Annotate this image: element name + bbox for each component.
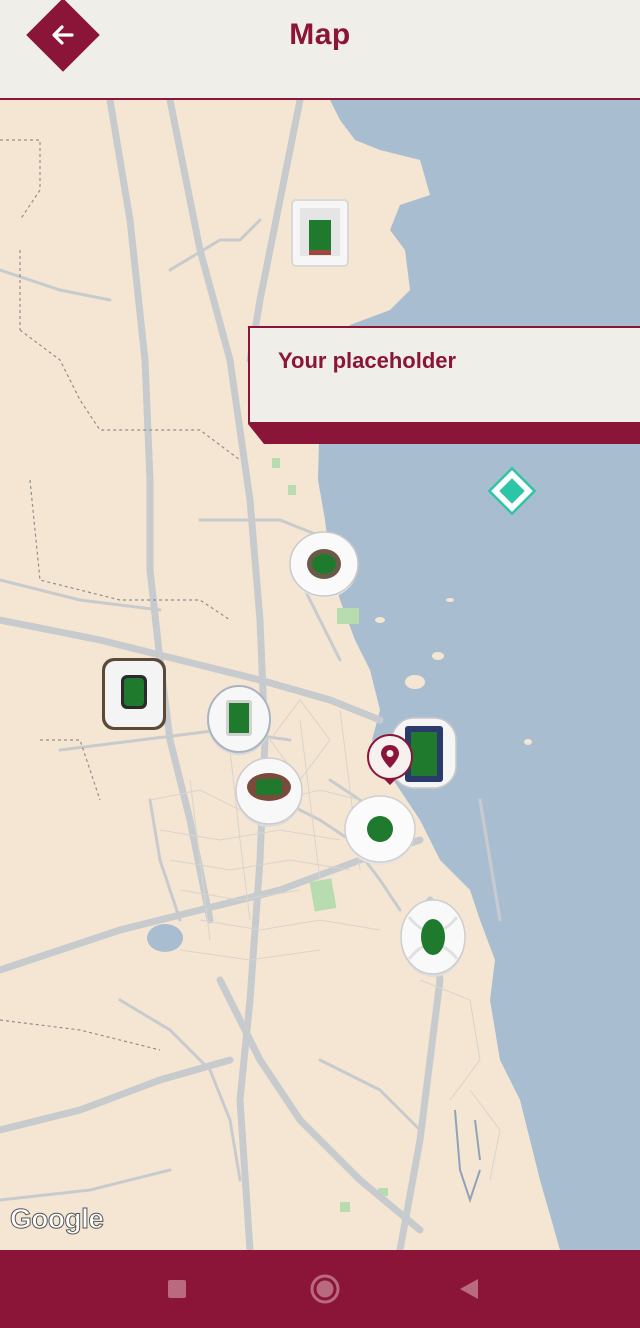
stadium-marker-khalifa[interactable] [234,755,304,829]
stadium-marker-education-city[interactable] [100,656,168,732]
info-card[interactable]: Your placeholder [248,326,640,444]
map-base-layer [0,100,640,1250]
map-screen: Map Your placeholder Google [0,0,640,1328]
stadium-khalifa-icon [235,757,303,827]
system-navbar [0,1250,640,1328]
google-attribution: Google [9,1203,104,1235]
stadium-marker-ahmad-bin-ali[interactable] [205,683,273,757]
stadium-education-city-icon [102,658,166,730]
stadium-lusail-icon [289,531,359,598]
info-card-text: Your placeholder [278,348,457,373]
info-card-shadow [248,424,640,444]
stadium-thumama-icon [344,795,416,865]
circle-home-icon[interactable] [309,1273,341,1305]
square-icon[interactable] [167,1279,187,1299]
location-pin-icon[interactable] [366,733,414,785]
stadium-al-janoub-icon [400,899,466,977]
stadium-ahmad-bin-ali-icon [207,685,271,755]
map-view[interactable] [0,100,640,1250]
stadium-marker-al-janoub[interactable] [399,897,467,979]
diamond-poi-icon[interactable] [486,465,538,517]
stadium-marker-al-bayt[interactable] [290,198,350,268]
stadium-marker-thumama[interactable] [343,794,417,866]
stadium-marker-lusail[interactable] [288,530,360,600]
stadium-al-bayt-icon [291,199,349,267]
triangle-back-icon[interactable] [458,1277,480,1301]
info-card-face: Your placeholder [248,326,640,424]
page-title: Map [289,18,351,51]
app-header: Map [0,0,640,100]
